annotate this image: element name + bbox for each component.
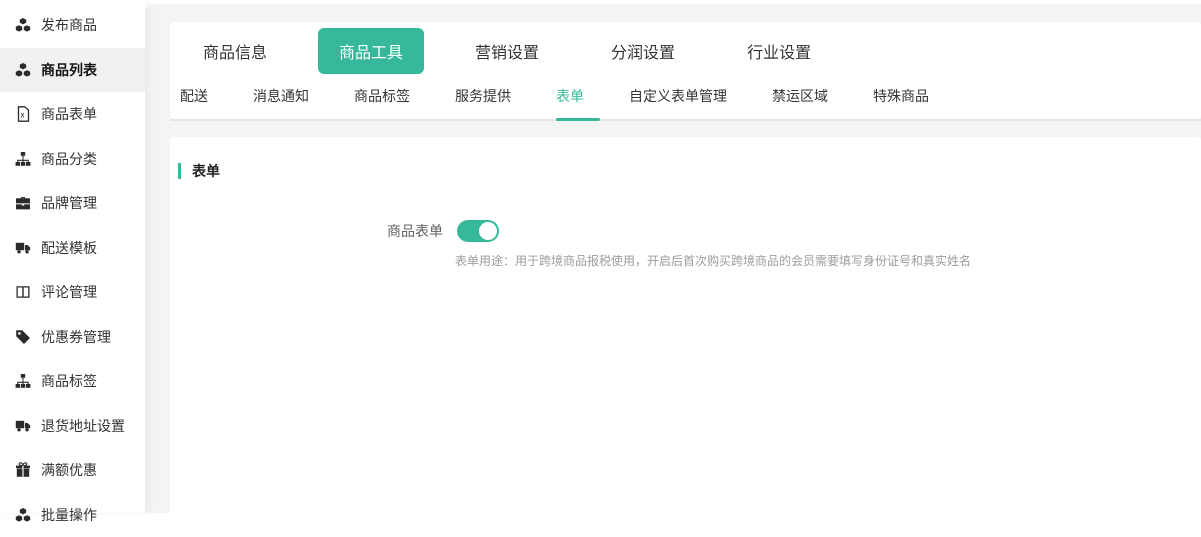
cubes-icon [14, 506, 31, 523]
sidebar-item-brand-management[interactable]: 品牌管理 [0, 181, 145, 226]
file-excel-icon: x [14, 106, 31, 123]
form-help-text: 表单用途：用于跨境商品报税使用，开启后首次购买跨境商品的会员需要填写身份证号和真… [455, 252, 1201, 269]
sidebar-item-coupon-management[interactable]: 优惠券管理 [0, 315, 145, 360]
sidebar-item-label: 发布商品 [41, 15, 97, 35]
sidebar-item-review-management[interactable]: 评论管理 [0, 270, 145, 315]
subtab-restricted-area[interactable]: 禁运区域 [772, 80, 828, 119]
sidebar-item-label: 优惠券管理 [41, 327, 111, 347]
tag-icon [14, 328, 31, 345]
sidebar-item-return-address-settings[interactable]: 退货地址设置 [0, 404, 145, 449]
subtab-custom-form-management[interactable]: 自定义表单管理 [629, 80, 727, 119]
toggle-knob-icon [479, 222, 497, 240]
section-accent-bar [178, 163, 181, 179]
sidebar-item-label: 品牌管理 [41, 193, 97, 213]
sitemap-icon [14, 150, 31, 167]
tab-product-info[interactable]: 商品信息 [182, 28, 288, 74]
product-form-label: 商品表单 [170, 221, 443, 241]
subtab-form[interactable]: 表单 [556, 80, 584, 119]
form-card: 表单 商品表单 表单用途：用于跨境商品报税使用，开启后首次购买跨境商品的会员需要… [170, 137, 1201, 519]
subtab-service-provide[interactable]: 服务提供 [455, 80, 511, 119]
truck-icon [14, 239, 31, 256]
tab-industry-settings[interactable]: 行业设置 [726, 28, 832, 74]
tab-profit-settings[interactable]: 分润设置 [590, 28, 696, 74]
sidebar-item-label: 商品表单 [41, 104, 97, 124]
subtab-product-tag[interactable]: 商品标签 [354, 80, 410, 119]
tab-product-tools[interactable]: 商品工具 [318, 28, 424, 74]
subtab-message-notification[interactable]: 消息通知 [253, 80, 309, 119]
main-content: 商品信息 商品工具 营销设置 分润设置 行业设置 配送 消息通知 商品标签 服务… [145, 4, 1201, 513]
subtab-delivery[interactable]: 配送 [180, 80, 208, 119]
tab-marketing-settings[interactable]: 营销设置 [454, 28, 560, 74]
product-form-toggle[interactable] [457, 220, 499, 242]
sidebar-item-product-tags[interactable]: 商品标签 [0, 359, 145, 404]
sidebar-item-delivery-template[interactable]: 配送模板 [0, 226, 145, 271]
section-header: 表单 [170, 137, 1201, 181]
sidebar-item-publish-product[interactable]: 发布商品 [0, 3, 145, 48]
gift-icon [14, 462, 31, 479]
cubes-icon [14, 17, 31, 34]
sidebar-item-product-list[interactable]: 商品列表 [0, 48, 145, 93]
sidebar-item-full-discount[interactable]: 满额优惠 [0, 448, 145, 493]
cubes-icon [14, 61, 31, 78]
sidebar: 发布商品 商品列表 x 商品表单 商品分类 品牌管理 配送模板 评论管理 优惠券… [0, 0, 145, 513]
briefcase-icon [14, 195, 31, 212]
product-form-row: 商品表单 [170, 220, 1201, 242]
sidebar-item-product-form[interactable]: x 商品表单 [0, 92, 145, 137]
svg-text:x: x [20, 111, 25, 120]
tabs-card: 商品信息 商品工具 营销设置 分润设置 行业设置 配送 消息通知 商品标签 服务… [170, 22, 1201, 119]
sitemap-icon [14, 373, 31, 390]
section-title: 表单 [192, 161, 220, 181]
truck-icon [14, 417, 31, 434]
sub-tabs: 配送 消息通知 商品标签 服务提供 表单 自定义表单管理 禁运区域 特殊商品 [170, 80, 1201, 121]
sidebar-item-label: 评论管理 [41, 282, 97, 302]
sidebar-item-batch-operations[interactable]: 批量操作 [0, 493, 145, 537]
sidebar-item-label: 商品标签 [41, 371, 97, 391]
main-tabs: 商品信息 商品工具 营销设置 分润设置 行业设置 [170, 22, 1201, 80]
sidebar-item-label: 配送模板 [41, 238, 97, 258]
sidebar-item-label: 满额优惠 [41, 460, 97, 480]
sidebar-item-product-category[interactable]: 商品分类 [0, 137, 145, 182]
sidebar-item-label: 批量操作 [41, 505, 97, 525]
sidebar-item-label: 商品分类 [41, 149, 97, 169]
columns-icon [14, 284, 31, 301]
subtab-special-product[interactable]: 特殊商品 [873, 80, 929, 119]
sidebar-item-label: 退货地址设置 [41, 416, 125, 436]
sidebar-item-label: 商品列表 [41, 60, 97, 80]
